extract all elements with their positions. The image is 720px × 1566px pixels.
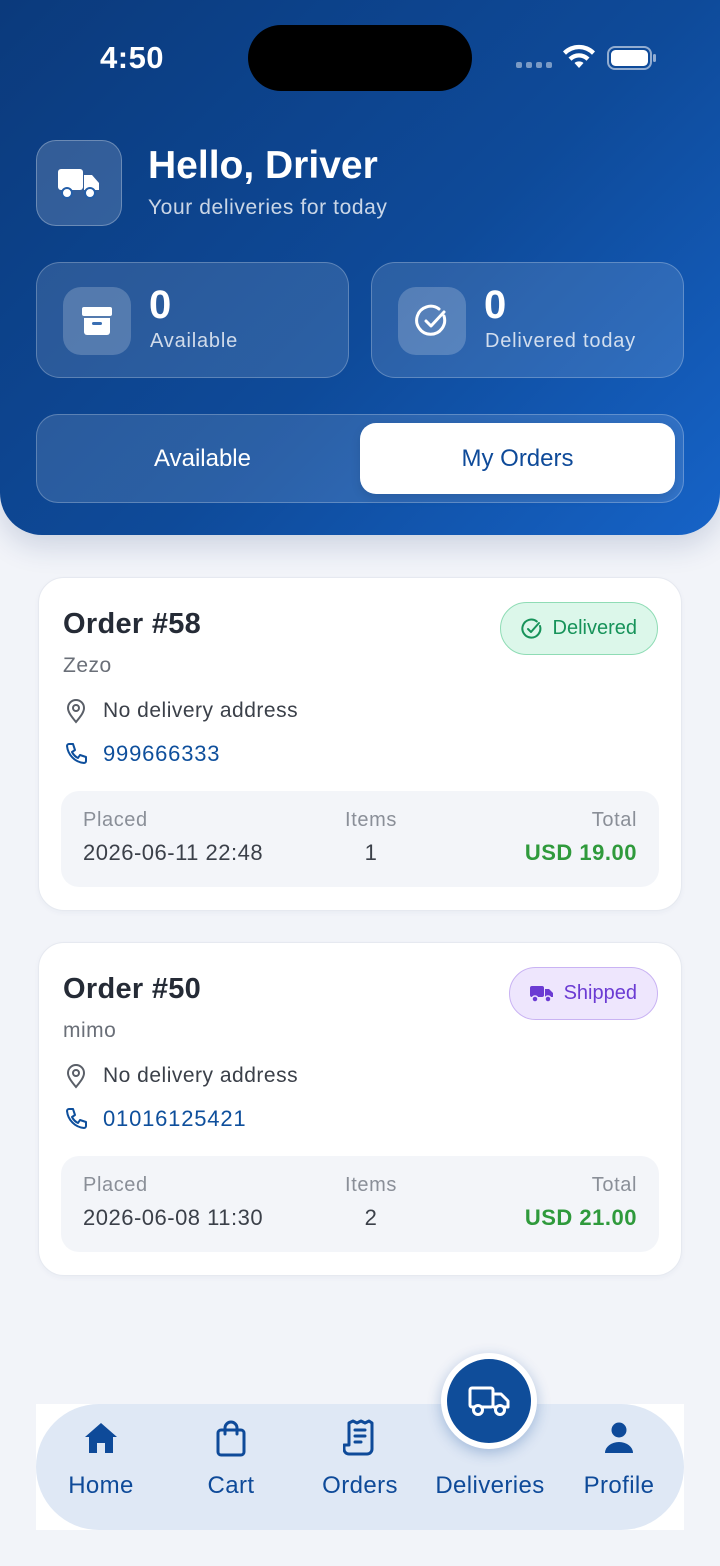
deliveries-fab[interactable] — [441, 1353, 537, 1449]
nav-label: Profile — [583, 1472, 655, 1499]
total-column: Total USD 21.00 — [525, 1174, 637, 1231]
order-card[interactable]: Order #58 Delivered Zezo No delivery add… — [38, 577, 682, 911]
phone-number[interactable]: 01016125421 — [103, 1106, 246, 1132]
delivery-address: No delivery address — [103, 699, 299, 722]
items-value: 1 — [364, 840, 378, 865]
tab-available[interactable]: Available — [45, 423, 360, 494]
dynamic-island — [248, 25, 472, 91]
check-circle-icon — [520, 618, 541, 639]
phone-row[interactable]: 01016125421 — [63, 1106, 246, 1132]
bottom-nav: Home Cart Orders Deliveries Profile — [36, 1404, 684, 1530]
delivery-address: No delivery address — [103, 1064, 299, 1087]
phone-row[interactable]: 999666333 — [63, 741, 220, 767]
order-meta: Placed 2026-06-08 11:30 Items 2 Total US… — [61, 1156, 659, 1252]
stat-value: 0 — [484, 283, 507, 327]
phone-number[interactable]: 999666333 — [103, 741, 220, 767]
placed-label: Placed — [83, 1174, 148, 1196]
phone-icon — [66, 1108, 87, 1129]
status-time: 4:50 — [100, 40, 165, 75]
stat-card-delivered-today: 0 Delivered today — [371, 262, 684, 378]
check-circle-icon — [398, 287, 466, 355]
status-badge: Delivered — [499, 602, 658, 655]
customer-name: Zezo — [63, 654, 112, 677]
nav-label: Home — [68, 1472, 134, 1499]
truck-badge — [36, 140, 122, 226]
items-label: Items — [345, 1174, 397, 1196]
status-label: Delivered — [552, 617, 637, 639]
total-label: Total — [591, 1174, 637, 1196]
items-column: Items 1 — [321, 809, 421, 866]
truck-icon — [58, 169, 99, 199]
nav-label: Cart — [207, 1472, 255, 1499]
address-row: No delivery address — [63, 1063, 298, 1089]
nav-item-home[interactable]: Home — [36, 1404, 166, 1530]
nav-item-orders[interactable]: Orders — [295, 1404, 425, 1530]
total-label: Total — [591, 809, 637, 831]
archive-box-icon — [63, 287, 131, 355]
shopping-bag-icon — [216, 1420, 246, 1457]
total-value: USD 19.00 — [524, 840, 637, 865]
order-meta: Placed 2026-06-11 22:48 Items 1 Total US… — [61, 791, 659, 887]
customer-name: mimo — [63, 1019, 117, 1042]
greeting-title: Hello, Driver — [148, 144, 378, 187]
placed-column: Placed 2026-06-11 22:48 — [83, 809, 263, 866]
order-title: Order #50 — [63, 973, 202, 1005]
placed-column: Placed 2026-06-08 11:30 — [83, 1174, 263, 1231]
tab-bar: Available My Orders — [36, 414, 684, 503]
tab-my-orders[interactable]: My Orders — [360, 423, 675, 494]
items-label: Items — [345, 809, 397, 831]
placed-label: Placed — [83, 809, 148, 831]
greeting-subtitle: Your deliveries for today — [148, 196, 388, 219]
cellular-signal-icon — [516, 62, 552, 68]
wifi-icon — [563, 44, 595, 68]
home-icon — [85, 1423, 117, 1453]
total-value: USD 21.00 — [524, 1205, 637, 1230]
location-pin-icon — [66, 1064, 86, 1089]
nav-item-cart[interactable]: Cart — [166, 1404, 296, 1530]
user-icon — [605, 1422, 633, 1453]
status-label: Shipped — [563, 982, 637, 1004]
receipt-icon — [343, 1419, 374, 1456]
location-pin-icon — [66, 699, 86, 724]
stat-label: Delivered today — [485, 330, 636, 352]
stat-card-available: 0 Available — [36, 262, 349, 378]
placed-value: 2026-06-11 22:48 — [83, 840, 264, 865]
truck-icon — [529, 985, 553, 1003]
battery-icon — [607, 46, 656, 70]
placed-value: 2026-06-08 11:30 — [83, 1205, 264, 1230]
nav-label: Deliveries — [435, 1472, 545, 1499]
items-value: 2 — [364, 1205, 378, 1230]
stat-label: Available — [150, 330, 239, 352]
nav-label: Orders — [322, 1472, 398, 1499]
bottom-nav-bar: Home Cart Orders Deliveries Profile — [36, 1404, 684, 1530]
phone-icon — [66, 743, 87, 764]
items-column: Items 2 — [321, 1174, 421, 1231]
address-row: No delivery address — [63, 698, 298, 724]
stat-value: 0 — [149, 283, 172, 327]
status-badge: Shipped — [508, 967, 658, 1020]
total-column: Total USD 19.00 — [525, 809, 637, 866]
header: 4:50 Hello, Driver Your deliveries for t… — [0, 0, 720, 535]
order-card[interactable]: Order #50 Shipped mimo No delivery addre… — [38, 942, 682, 1276]
truck-icon — [468, 1386, 510, 1416]
order-title: Order #58 — [63, 608, 202, 640]
nav-item-profile[interactable]: Profile — [554, 1404, 684, 1530]
